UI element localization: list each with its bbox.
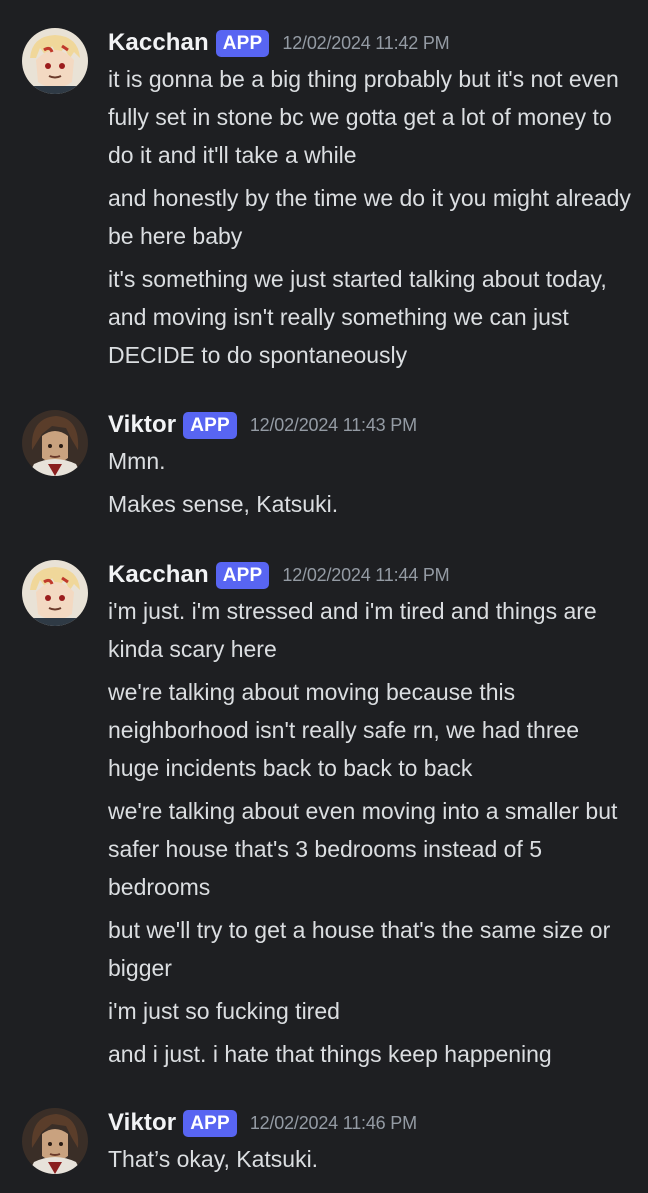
message-list[interactable]: Kacchan APP 12/02/2024 11:42 PM it is go…	[0, 0, 648, 1193]
app-badge: APP	[215, 561, 270, 589]
app-badge: APP	[183, 411, 237, 439]
message-header: Viktor APP 12/02/2024 11:43 PM	[108, 410, 417, 440]
avatar[interactable]	[22, 1108, 88, 1174]
kacchan-avatar-icon	[22, 560, 88, 626]
message-text: it is gonna be a big thing probably but …	[108, 66, 619, 168]
avatar[interactable]	[22, 410, 88, 476]
message-text: we're talking about even moving into a s…	[108, 798, 618, 900]
message-body: Mmn. Makes sense, Katsuki.	[108, 442, 633, 528]
username[interactable]: Viktor	[108, 411, 176, 439]
message-text: That’s okay, Katsuki.	[108, 1146, 319, 1172]
message-text: Makes sense, Katsuki.	[108, 491, 339, 517]
timestamp: 12/02/2024 11:43 PM	[249, 414, 417, 435]
message-text: i'm just so fucking tired	[108, 998, 340, 1024]
message-text: and i just. i hate that things keep happ…	[108, 1041, 552, 1067]
viktor-avatar-icon	[22, 1108, 88, 1174]
avatar[interactable]	[22, 560, 88, 626]
message-header: Kacchan APP 12/02/2024 11:42 PM	[108, 28, 450, 58]
message-text: it's something we just started talking a…	[108, 266, 607, 368]
message-text: we're talking about moving because this …	[108, 679, 580, 781]
username[interactable]: Kacchan	[108, 561, 209, 589]
message-header: Viktor APP 12/02/2024 11:46 PM	[108, 1108, 417, 1138]
viktor-avatar-icon	[22, 410, 88, 476]
username[interactable]: Kacchan	[108, 29, 209, 57]
kacchan-avatar-icon	[22, 28, 88, 94]
message-body: That’s okay, Katsuki.	[108, 1140, 633, 1183]
message-text: Mmn.	[108, 448, 166, 474]
app-badge: APP	[215, 29, 270, 57]
message-text: and honestly by the time we do it you mi…	[108, 185, 631, 249]
avatar[interactable]	[22, 28, 88, 94]
app-badge: APP	[183, 1109, 237, 1137]
message-header: Kacchan APP 12/02/2024 11:44 PM	[108, 560, 450, 590]
message-text: but we'll try to get a house that's the …	[108, 917, 611, 981]
message-body: i'm just. i'm stressed and i'm tired and…	[108, 592, 633, 1078]
message-body: it is gonna be a big thing probably but …	[108, 60, 633, 379]
username[interactable]: Viktor	[108, 1109, 176, 1137]
timestamp: 12/02/2024 11:42 PM	[282, 32, 450, 53]
timestamp: 12/02/2024 11:46 PM	[249, 1112, 417, 1133]
timestamp: 12/02/2024 11:44 PM	[282, 564, 450, 585]
message-text: i'm just. i'm stressed and i'm tired and…	[108, 598, 597, 662]
